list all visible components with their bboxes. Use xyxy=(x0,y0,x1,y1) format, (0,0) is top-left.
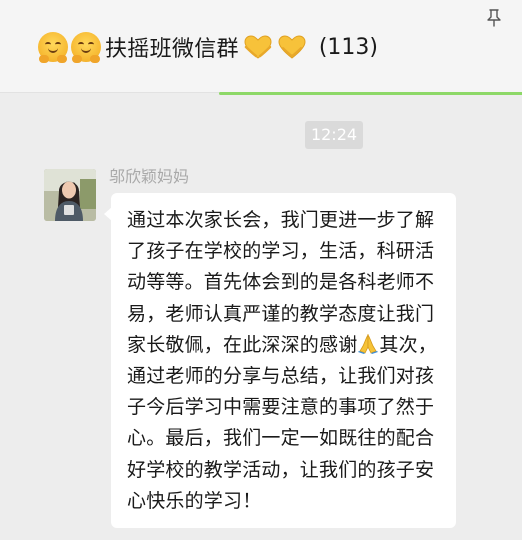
chat-title: 扶摇班微信群 xyxy=(105,37,239,62)
sender-name: 邬欣颖妈妈 xyxy=(109,167,190,186)
chat-title-row[interactable]: 扶摇班微信群 (113) xyxy=(38,30,378,64)
member-count: (113) xyxy=(318,34,378,60)
message-text-part2: 其次，通过老师的分享与总结，让我们对孩子今后学习中需要注意的事项了然于心。最后，… xyxy=(127,333,438,512)
hugging-face-icon xyxy=(38,32,68,63)
hugging-face-icon xyxy=(71,32,101,63)
header-accent-line xyxy=(219,92,522,95)
folded-hands-icon xyxy=(358,333,379,354)
message-text: 通过本次家长会，我门更进一步了解了孩子在学校的学习，生活，科研活动等等。首先体会… xyxy=(127,205,444,517)
heart-hands-icon xyxy=(243,34,273,60)
yellow-heart-icon xyxy=(277,34,307,60)
message-bubble[interactable]: 通过本次家长会，我门更进一步了解了孩子在学校的学习，生活，科研活动等等。首先体会… xyxy=(104,193,456,528)
pin-icon[interactable] xyxy=(486,9,502,27)
message-timestamp: 12:24 xyxy=(305,121,363,149)
chat-window: 扶摇班微信群 (113) 12:24 邬欣颖妈妈 通过本次家长会，我门更进一步了… xyxy=(0,0,522,540)
sender-avatar[interactable] xyxy=(44,169,96,221)
chat-header: 扶摇班微信群 (113) xyxy=(0,0,522,93)
